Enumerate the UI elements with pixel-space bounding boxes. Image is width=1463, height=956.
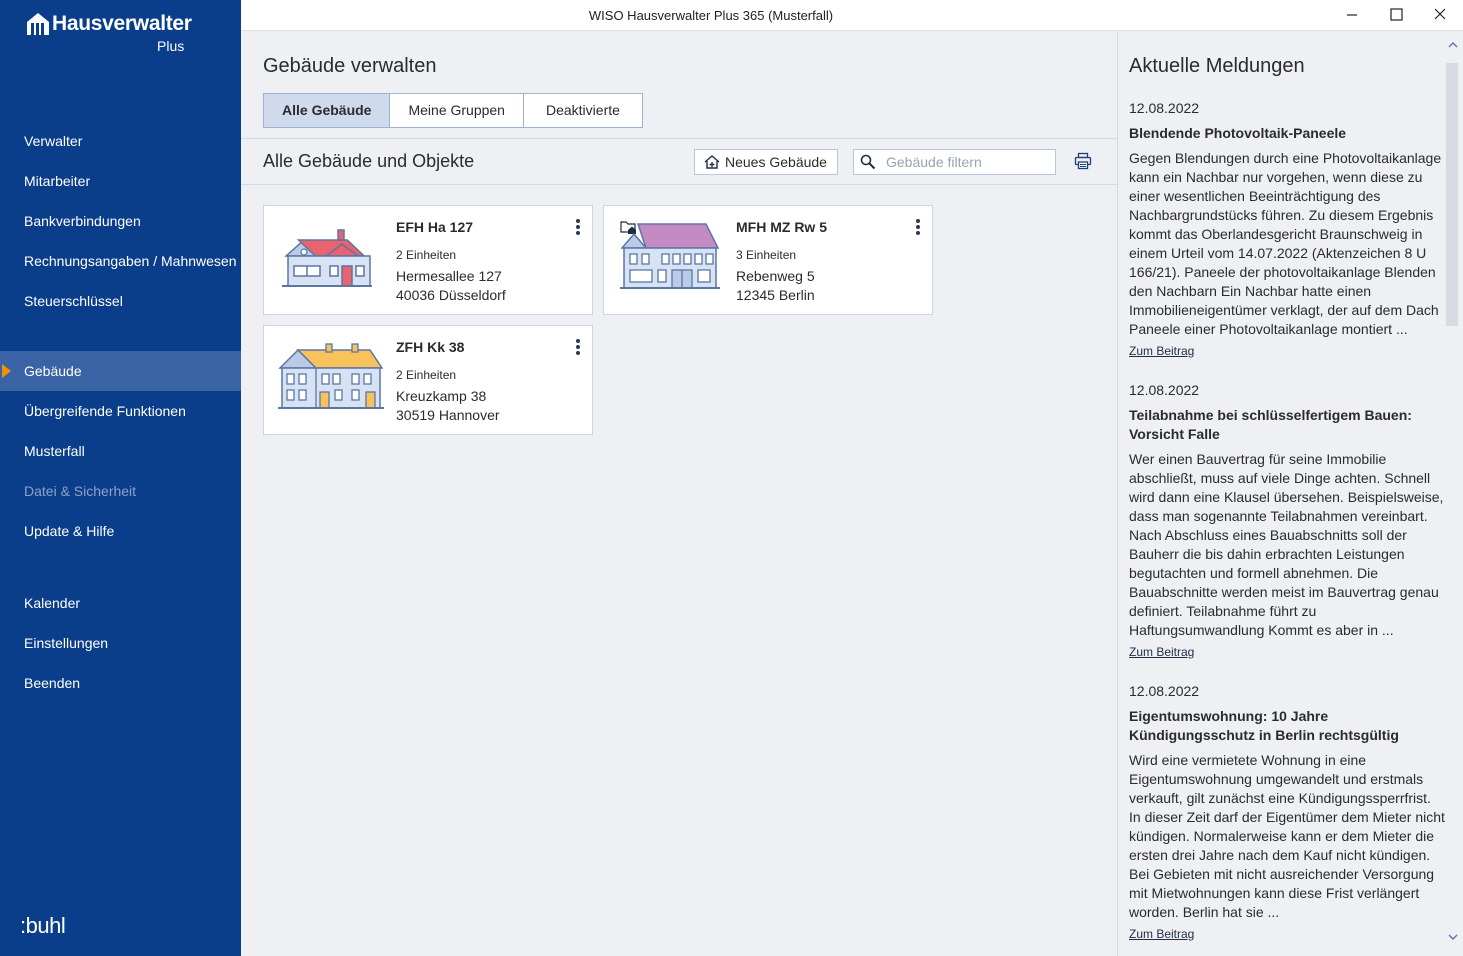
brand-name: Hausverwalter [52,12,192,35]
divider [241,138,1117,139]
nav-item-mitarbeiter[interactable]: Mitarbeiter [0,161,241,201]
minimize-icon[interactable] [1341,5,1363,25]
building-city: 30519 Hannover [396,407,500,423]
brand-sub: Plus [157,38,185,54]
nav-group-system: Kalender Einstellungen Beenden [0,583,241,703]
article-link[interactable]: Zum Beitrag [1129,927,1194,941]
article-body: Gegen Blendungen durch eine Photovoltaik… [1129,150,1442,337]
tab-deaktivierte[interactable]: Deaktivierte [524,94,642,127]
news-article: 12.08.2022 Teilabnahme bei schlüsselfert… [1129,381,1445,659]
building-city: 40036 Düsseldorf [396,287,506,303]
more-options-icon[interactable] [574,339,582,357]
nav-item-uebergreifende-funktionen[interactable]: Übergreifende Funktionen [0,391,241,431]
nav-item-datei-sicherheit: Datei & Sicherheit [24,483,137,499]
buhl-logo: :buhl [20,913,66,938]
building-tabs: Alle Gebäude Meine Gruppen Deaktivierte [263,93,643,128]
two-family-house-icon [278,343,384,409]
tab-alle-gebaeude[interactable]: Alle Gebäude [264,94,391,127]
more-options-icon[interactable] [574,219,582,237]
building-card[interactable]: ZFH Kk 38 2 Einheiten Kreuzkamp 38 30519… [263,325,593,435]
building-street: Hermesallee 127 [396,268,502,284]
main-content: Gebäude verwalten Alle Gebäude Meine Gru… [241,31,1117,956]
building-filter[interactable] [853,149,1056,175]
divider [241,184,1117,185]
building-name: MFH MZ Rw 5 [736,219,827,235]
article-headline: Blendende Photovoltaik-Paneele [1129,125,1347,141]
scroll-down-icon[interactable] [1447,931,1459,943]
new-building-label: Neues Gebäude [725,154,827,170]
app-logo: Hausverwalter Plus [26,12,192,54]
close-icon[interactable] [1429,5,1451,25]
building-name: EFH Ha 127 [396,219,474,235]
nav-item-verwalter[interactable]: Verwalter [0,121,241,161]
article-date: 12.08.2022 [1129,382,1200,398]
building-filter-input[interactable] [886,154,1046,170]
building-units: 2 Einheiten [396,368,457,382]
building-street: Rebenweg 5 [736,268,815,284]
house-logo-icon [27,13,49,35]
building-units: 3 Einheiten [736,248,797,262]
section-title: Alle Gebäude und Objekte [263,151,475,171]
nav-item-gebaeude[interactable]: Gebäude [0,351,241,391]
nav-item-rechnungsangaben[interactable]: Rechnungsangaben / Mahnwesen [0,241,241,281]
page-title: Gebäude verwalten [263,55,437,77]
building-city: 12345 Berlin [736,287,815,303]
article-headline: Eigentumswohnung: 10 Jahre Kündigungssch… [1129,708,1399,743]
nav-group-main: Gebäude Übergreifende Funktionen Musterf… [0,351,241,551]
print-icon[interactable] [1074,152,1092,170]
nav-group-admin: Verwalter Mitarbeiter Bankverbindungen R… [0,121,241,321]
building-units: 2 Einheiten [396,248,457,262]
house-plus-icon [704,155,720,169]
more-options-icon[interactable] [914,219,922,237]
search-icon [860,154,876,170]
scroll-up-icon[interactable] [1447,39,1459,51]
building-card[interactable]: EFH Ha 127 2 Einheiten Hermesallee 127 4… [263,205,593,315]
article-link[interactable]: Zum Beitrag [1129,344,1194,358]
news-title: Aktuelle Meldungen [1129,55,1305,77]
building-street: Kreuzkamp 38 [396,388,487,404]
sidebar: Hausverwalter Plus Verwalter Mitarbeiter… [0,0,241,956]
article-link[interactable]: Zum Beitrag [1129,645,1194,659]
multi-family-house-icon [620,223,720,289]
news-article: 12.08.2022 Blendende Photovoltaik-Paneel… [1129,99,1445,358]
nav-item-bankverbindungen[interactable]: Bankverbindungen [0,201,241,241]
building-card[interactable]: MFH MZ Rw 5 3 Einheiten Rebenweg 5 12345… [603,205,933,315]
article-date: 12.08.2022 [1129,683,1200,699]
article-body: Wer einen Bauvertrag für seine Immobilie… [1129,451,1444,638]
nav-item-kalender[interactable]: Kalender [0,583,241,623]
building-name: ZFH Kk 38 [396,339,465,355]
article-headline: Teilabnahme bei schlüsselfertigem Bauen:… [1129,407,1412,442]
article-date: 12.08.2022 [1129,100,1200,116]
news-article: 12.08.2022 Eigentumswohnung: 10 Jahre Kü… [1129,682,1445,941]
nav-item-steuerschluessel[interactable]: Steuerschlüssel [0,281,241,321]
window-title: WISO Hausverwalter Plus 365 (Musterfall) [588,8,834,23]
maximize-icon[interactable] [1385,5,1407,25]
tab-meine-gruppen[interactable]: Meine Gruppen [390,94,524,127]
scrollbar-thumb[interactable] [1446,63,1458,326]
nav-item-beenden[interactable]: Beenden [0,663,241,703]
news-panel: Aktuelle Meldungen 12.08.2022 Blendende … [1117,31,1463,956]
title-bar: WISO Hausverwalter Plus 365 (Musterfall) [241,0,1463,31]
nav-item-musterfall[interactable]: Musterfall [0,431,241,471]
single-family-house-icon [282,229,372,287]
nav-item-update-hilfe[interactable]: Update & Hilfe [0,511,241,551]
nav-item-einstellungen[interactable]: Einstellungen [0,623,241,663]
article-body: Wird eine vermietete Wohnung in eine Eig… [1129,752,1445,920]
new-building-button[interactable]: Neues Gebäude [694,149,838,175]
